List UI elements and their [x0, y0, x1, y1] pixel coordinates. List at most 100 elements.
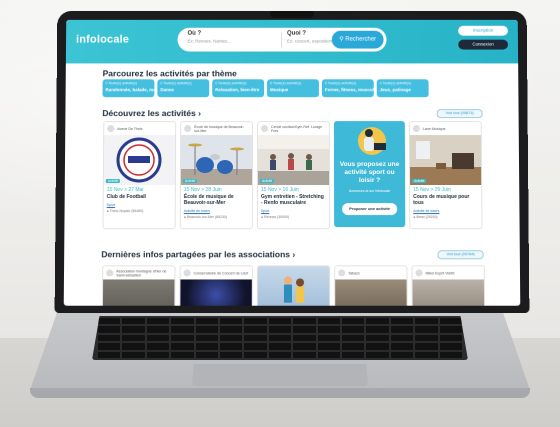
location-pin-icon: ● — [261, 215, 263, 219]
keyboard-key — [220, 352, 242, 358]
location-pin-icon: ● — [184, 215, 186, 219]
laptop-screen: infolocale Où ? Ex: Rennes, Nantes... Qu… — [64, 20, 521, 306]
keyboard-key — [147, 326, 169, 332]
laptop-keyboard — [92, 316, 468, 360]
keyboard-key — [318, 318, 340, 324]
register-button[interactable]: Inscription — [458, 26, 508, 36]
activity-card[interactable]: Cercle occitan/Gym Ref. Lorage Fres Acti… — [257, 121, 330, 229]
keyboard-key — [98, 335, 120, 341]
activity-cards: Avenir De Theix Activité 15 Nov > 27 Mai… — [103, 121, 483, 229]
themes-title: Parcourez les activités par thème — [103, 68, 237, 78]
avatar — [413, 125, 420, 132]
theme-tile[interactable]: 0 Toute(s) activité(s) Randonnée, balade,… — [102, 79, 154, 97]
keyboard-key — [415, 326, 437, 332]
keyboard-key — [440, 343, 462, 349]
laptop-trackpad — [192, 364, 368, 386]
search-bar: Où ? Ex: Rennes, Nantes... Quoi ? Ex: co… — [177, 28, 386, 52]
chevron-right-icon: › — [292, 249, 295, 259]
news-image — [413, 279, 485, 305]
keyboard-key — [171, 343, 193, 349]
keyboard-key — [318, 352, 340, 358]
keyboard-key — [171, 335, 193, 341]
keyboard-key — [366, 326, 388, 332]
keyboard-key — [342, 335, 364, 341]
card-image: Activité — [181, 135, 252, 185]
activities-see-all[interactable]: Voir tout (05873) — [437, 109, 483, 118]
news-card[interactable]: Conservatoire de Concert de Liszt — [179, 265, 253, 305]
people-illustration — [258, 266, 329, 305]
login-button[interactable]: Connexion — [458, 40, 508, 50]
avatar — [106, 269, 113, 276]
theme-tile[interactable]: 0 Toute(s) activité(s) Musique — [267, 79, 319, 97]
keyboard-key — [342, 326, 364, 332]
laptop-lid: infolocale Où ? Ex: Rennes, Nantes... Qu… — [55, 11, 530, 313]
keyboard-key — [244, 343, 266, 349]
keyboard-key — [440, 335, 462, 341]
theme-tile[interactable]: 0 Toute(s) activité(s) Danse — [157, 79, 209, 97]
news-see-all[interactable]: Voir tout (05784) — [438, 250, 484, 259]
keyboard-key — [171, 326, 193, 332]
avatar — [184, 125, 191, 132]
keyboard-key — [196, 343, 218, 349]
news-card[interactable]: Mikel Esprit Viétbt — [411, 265, 485, 305]
activity-card[interactable]: Avenir De Theix Activité 15 Nov > 27 Mai… — [103, 121, 177, 229]
keyboard-key — [318, 343, 340, 349]
keyboard-key — [342, 352, 364, 358]
keyboard-key — [342, 343, 364, 349]
keyboard-key — [293, 352, 315, 358]
theme-tile[interactable]: 0 Toute(s) activité(s) Relaxation, bien-ê… — [212, 79, 264, 97]
activity-card[interactable]: École de musique de Beauvoir-sur-Mer Act… — [180, 121, 253, 229]
keyboard-key — [98, 318, 120, 324]
news-card[interactable] — [257, 265, 330, 305]
keyboard-key — [147, 352, 169, 358]
keyboard-key — [196, 326, 218, 332]
theme-tile[interactable]: 0 Toute(s) activité(s) Forme, fitness, mu… — [322, 79, 374, 97]
keyboard-key — [196, 352, 218, 358]
keyboard-key — [98, 343, 120, 349]
camera-notch — [270, 11, 314, 18]
keyboard-key — [318, 326, 340, 332]
news-title[interactable]: Dernières infos partagées par les associ… — [101, 249, 295, 259]
keyboard-key — [147, 318, 169, 324]
gym-class-image — [258, 135, 329, 185]
search-button[interactable]: ⚲ Rechercher — [332, 31, 384, 49]
location-pin-icon: ● — [413, 215, 415, 219]
chevron-right-icon: › — [198, 108, 201, 118]
keyboard-key — [196, 335, 218, 341]
keyboard-key — [269, 318, 291, 324]
keyboard-key — [269, 335, 291, 341]
news-image — [258, 266, 329, 305]
news-image — [335, 279, 406, 305]
site-logo[interactable]: infolocale — [76, 34, 129, 46]
propose-activity-button[interactable]: Proposer une activité — [342, 203, 397, 215]
keyboard-key — [391, 318, 413, 324]
news-cards: Association montagne d'hier de Saint-séb… — [102, 265, 485, 305]
theme-list: 0 Toute(s) activité(s) Randonnée, balade,… — [102, 79, 428, 97]
keyboard-key — [196, 318, 218, 324]
laptop-base-edge — [30, 388, 530, 398]
keyboard-key — [220, 343, 242, 349]
activity-card[interactable]: Lane Musique Activité 15 Nov > 29 Juin C… — [409, 121, 483, 229]
keyboard-key — [415, 343, 437, 349]
keyboard-key — [122, 352, 144, 358]
keyboard-key — [391, 352, 413, 358]
keyboard-key — [171, 318, 193, 324]
news-card[interactable]: Association montagne d'hier de Saint-séb… — [102, 265, 176, 305]
keyboard-key — [415, 335, 437, 341]
where-field[interactable]: Où ? Ex: Rennes, Nantes... — [187, 31, 231, 44]
promo-card: Vous proposez une activité sport ou lois… — [334, 121, 405, 227]
theme-tile[interactable]: 0 Toute(s) activité(s) Jeux, patinage — [377, 79, 429, 97]
keyboard-key — [269, 326, 291, 332]
keyboard-key — [269, 352, 291, 358]
keyboard-key — [366, 335, 388, 341]
activities-title[interactable]: Découvrez les activités › — [102, 108, 201, 118]
keyboard-key — [318, 335, 340, 341]
keyboard-key — [122, 318, 144, 324]
keyboard-key — [98, 326, 120, 332]
news-card[interactable]: Tabacs — [334, 265, 408, 305]
avatar — [416, 269, 423, 276]
keyboard-key — [220, 326, 242, 332]
drum-kit-image — [181, 135, 252, 185]
avatar — [261, 125, 268, 132]
avatar — [107, 125, 114, 132]
